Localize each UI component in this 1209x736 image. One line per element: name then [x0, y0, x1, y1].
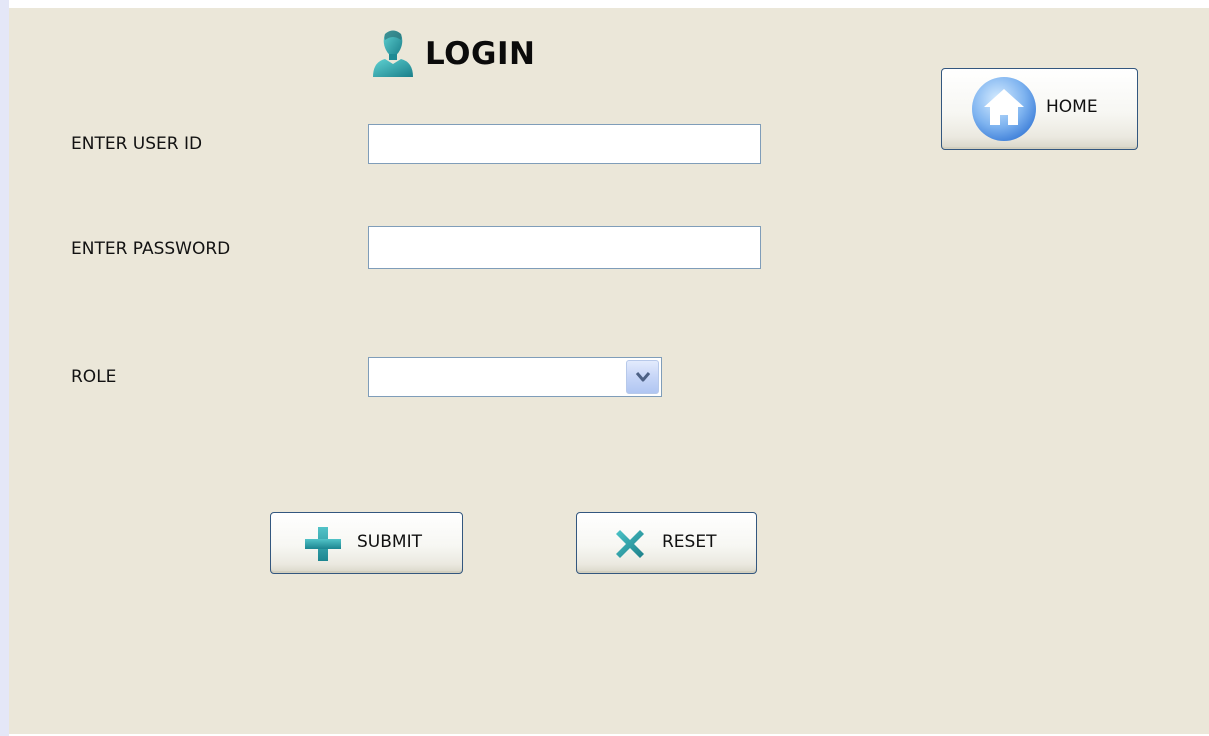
reset-button[interactable]: RESET: [576, 512, 757, 574]
plus-icon: [304, 526, 342, 562]
login-window: LOGIN HOME ENTER USER ID ENTER PASSWORD …: [0, 0, 1209, 736]
user-id-input[interactable]: [368, 124, 761, 164]
page-title: LOGIN: [425, 36, 536, 72]
login-panel: LOGIN HOME ENTER USER ID ENTER PASSWORD …: [9, 8, 1209, 734]
role-label: ROLE: [71, 367, 117, 387]
x-icon: [613, 527, 647, 561]
password-label: ENTER PASSWORD: [71, 239, 231, 259]
home-button-label: HOME: [1046, 97, 1098, 117]
password-input[interactable]: [368, 226, 761, 269]
chevron-down-icon: [635, 372, 651, 382]
window-edge: [0, 0, 9, 736]
reset-button-label: RESET: [662, 532, 717, 552]
submit-button[interactable]: SUBMIT: [270, 512, 463, 574]
submit-button-label: SUBMIT: [357, 532, 422, 552]
home-button[interactable]: HOME: [941, 68, 1138, 150]
user-id-label: ENTER USER ID: [71, 134, 203, 154]
role-dropdown[interactable]: [368, 357, 662, 397]
user-icon: [371, 28, 415, 78]
dropdown-arrow-button[interactable]: [626, 360, 659, 394]
home-icon: [970, 75, 1038, 143]
